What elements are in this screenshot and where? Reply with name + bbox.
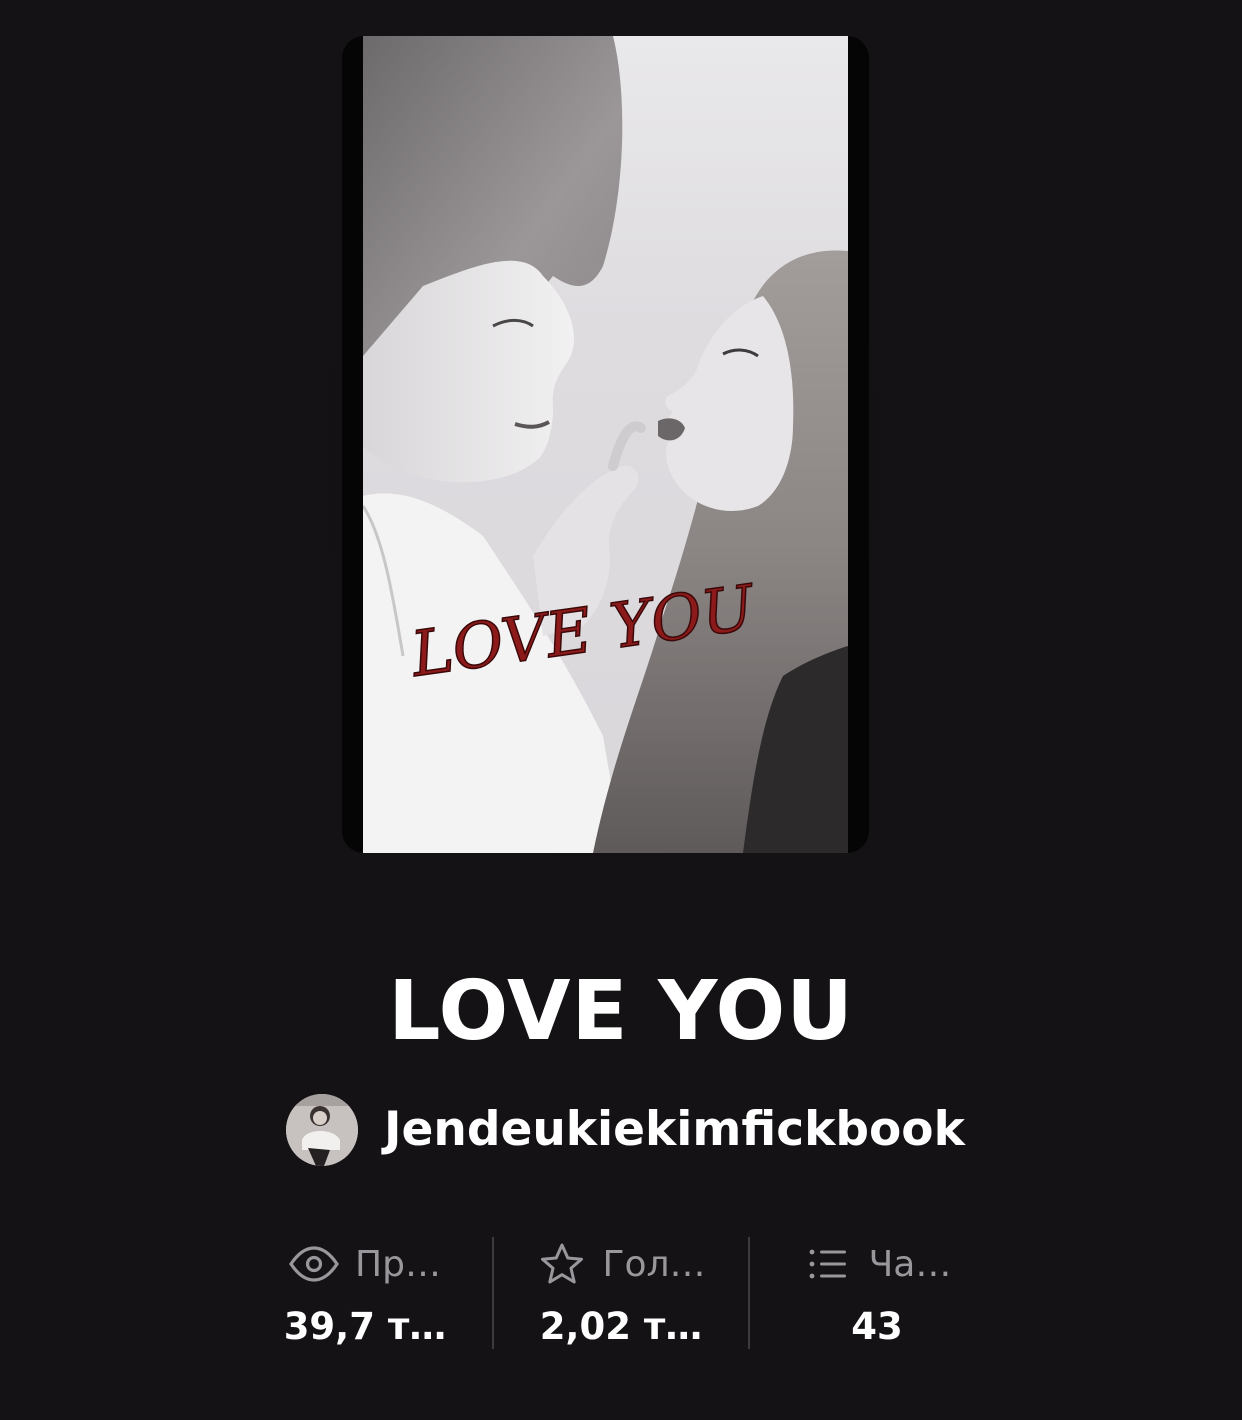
stat-votes-label: Гол… (602, 1243, 706, 1285)
stat-parts: Ча… 43 (748, 1237, 1004, 1349)
stat-reads-label: Пр… (355, 1243, 441, 1285)
story-details-page: LOVE YOU LOVE YOU Jendeukiekimfickbook П… (0, 0, 1242, 1420)
stat-votes-value: 2,02 т… (539, 1305, 703, 1348)
stat-parts-value: 43 (851, 1305, 903, 1348)
star-icon (537, 1239, 587, 1289)
story-cover[interactable]: LOVE YOU (342, 36, 869, 853)
author-row[interactable]: Jendeukiekimfickbook (286, 1094, 965, 1166)
cover-photo: LOVE YOU (363, 36, 848, 853)
story-title: LOVE YOU (388, 964, 854, 1059)
list-icon (803, 1239, 853, 1289)
stat-votes: Гол… 2,02 т… (492, 1237, 748, 1349)
stat-reads-value: 39,7 т… (283, 1305, 447, 1348)
stat-reads: Пр… 39,7 т… (238, 1237, 492, 1349)
author-name[interactable]: Jendeukiekimfickbook (384, 1094, 965, 1166)
eye-icon (289, 1239, 339, 1289)
author-avatar[interactable] (286, 1094, 358, 1166)
stat-parts-label: Ча… (868, 1243, 952, 1285)
story-stats: Пр… 39,7 т… Гол… 2,02 т… Ча… 43 (238, 1237, 1004, 1349)
